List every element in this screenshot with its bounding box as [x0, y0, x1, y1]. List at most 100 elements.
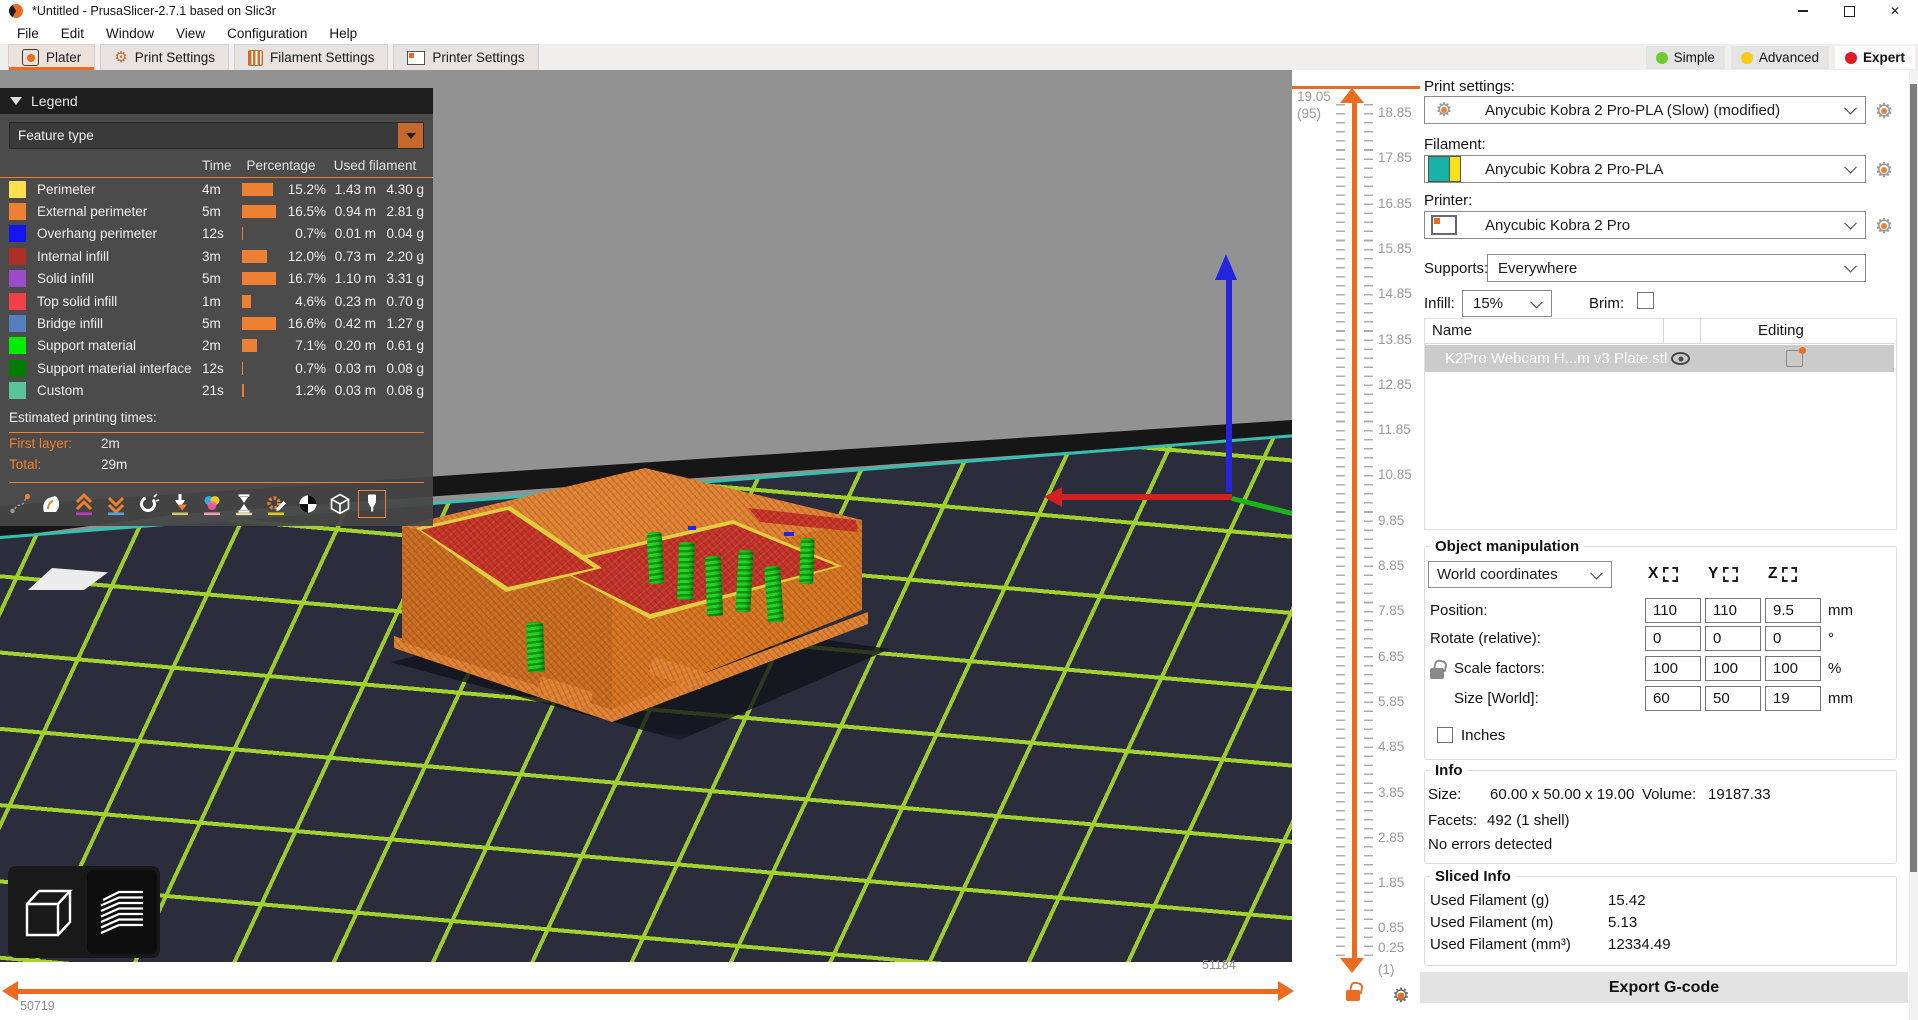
- panel-scrollbar-thumb[interactable]: [1910, 84, 1917, 872]
- manip-input-y[interactable]: [1705, 598, 1761, 623]
- manip-input-x[interactable]: [1645, 626, 1701, 651]
- axis-box-icon: [1663, 567, 1678, 582]
- layer-slider-top-thumb[interactable]: [1340, 88, 1364, 103]
- manip-input-z[interactable]: [1765, 686, 1821, 711]
- object-list-editing-header: Editing: [1758, 322, 1804, 339]
- support-pillar: [799, 538, 815, 584]
- menu-edit[interactable]: Edit: [50, 22, 95, 44]
- manip-input-x[interactable]: [1645, 598, 1701, 623]
- object-list-row[interactable]: K2Pro Webcam H...m v3 Plate.stl: [1425, 345, 1894, 372]
- estimated-times-title: Estimated printing times:: [0, 402, 433, 425]
- menu-configuration[interactable]: Configuration: [216, 22, 318, 44]
- legend-row: Support material2m7.1%0.20 m0.61 g: [0, 335, 433, 357]
- tool-changes-icon[interactable]: [166, 490, 194, 518]
- layer-tick-label: 12.85: [1378, 377, 1412, 392]
- percentage-bar: [242, 339, 257, 352]
- slider-gear-icon[interactable]: ⚙: [1392, 986, 1410, 1006]
- export-gcode-button[interactable]: Export G-code: [1420, 972, 1908, 1003]
- gcode-model[interactable]: [388, 468, 870, 724]
- layer-slider-bottom-thumb[interactable]: [1340, 958, 1364, 973]
- filament-combo[interactable]: Anycubic Kobra 2 Pro-PLA: [1424, 155, 1866, 183]
- mode-advanced[interactable]: Advanced: [1731, 46, 1829, 69]
- menu-help[interactable]: Help: [318, 22, 368, 44]
- color-changes-icon[interactable]: [198, 490, 226, 518]
- prusaslicer-window: *Untitled - PrusaSlicer-2.7.1 based on S…: [0, 0, 1918, 1020]
- deretractions-icon[interactable]: [102, 490, 130, 518]
- manip-input-y[interactable]: [1705, 656, 1761, 681]
- first-layer-value: 2m: [101, 436, 120, 451]
- manip-input-z[interactable]: [1765, 598, 1821, 623]
- inches-checkbox[interactable]: [1437, 727, 1453, 743]
- cube-3d-icon: [17, 883, 75, 941]
- gear-icon: ⚙: [1435, 101, 1452, 120]
- seams-icon[interactable]: [134, 490, 162, 518]
- manip-input-y[interactable]: [1705, 626, 1761, 651]
- mode-expert[interactable]: Expert: [1835, 46, 1915, 69]
- z-axis-header: Z: [1768, 565, 1797, 583]
- maximize-button[interactable]: [1826, 0, 1872, 22]
- manip-input-z[interactable]: [1765, 656, 1821, 681]
- scale-lock-icon[interactable]: [1430, 668, 1444, 679]
- 3d-view-button[interactable]: [11, 870, 81, 954]
- printer-combo[interactable]: Anycubic Kobra 2 Pro: [1424, 211, 1866, 239]
- mode-simple[interactable]: Simple: [1646, 46, 1725, 69]
- feature-color-swatch: [9, 203, 26, 220]
- wipe-icon[interactable]: [38, 490, 66, 518]
- size-label: Size:: [1428, 786, 1461, 803]
- view-switcher: [8, 866, 160, 958]
- move-slider-track[interactable]: [10, 989, 1278, 994]
- move-slider-left-thumb[interactable]: [2, 981, 18, 1001]
- manip-row-label: Scale factors:: [1454, 660, 1545, 677]
- print-settings-value: Anycubic Kobra 2 Pro-PLA (Slow) (modifie…: [1485, 102, 1780, 119]
- manip-unit-label: mm: [1828, 602, 1853, 619]
- tab-plater[interactable]: Plater: [8, 44, 95, 70]
- tab-filament-settings[interactable]: Filament Settings: [234, 44, 388, 70]
- nozzle-marker-icon[interactable]: [358, 490, 386, 518]
- travel-paths-icon[interactable]: [6, 490, 34, 518]
- filament-gear-button[interactable]: ⚙: [1872, 158, 1896, 182]
- tool-marker-icon[interactable]: [326, 490, 354, 518]
- layer-slider-track[interactable]: [1352, 100, 1357, 960]
- shells-icon[interactable]: [294, 490, 322, 518]
- editing-icon[interactable]: [1786, 350, 1803, 367]
- simple-dot-icon: [1656, 52, 1668, 64]
- manip-input-x[interactable]: [1645, 656, 1701, 681]
- print-settings-gear-button[interactable]: ⚙: [1872, 99, 1896, 123]
- supports-combo[interactable]: Everywhere: [1487, 254, 1866, 282]
- close-button[interactable]: ✕: [1872, 0, 1918, 22]
- menu-file[interactable]: File: [6, 22, 50, 44]
- eye-icon[interactable]: [1671, 352, 1690, 365]
- infill-combo[interactable]: 15%: [1462, 290, 1552, 317]
- coordinate-system-combo[interactable]: World coordinates: [1428, 561, 1612, 588]
- slider-lock-icon[interactable]: [1346, 990, 1360, 1001]
- layer-tick-label: 15.85: [1378, 241, 1412, 256]
- percentage-bar: [242, 250, 267, 263]
- tab-print-settings[interactable]: ⚙ Print Settings: [100, 44, 229, 70]
- tab-printer-settings[interactable]: Printer Settings: [393, 44, 538, 70]
- print-settings-label: Print settings:: [1424, 78, 1515, 95]
- move-slider-right-thumb[interactable]: [1278, 981, 1294, 1001]
- z-axis: [1226, 278, 1232, 492]
- view-type-dropdown[interactable]: Feature type: [9, 122, 424, 149]
- menu-window[interactable]: Window: [95, 22, 165, 44]
- legend-header[interactable]: Legend: [0, 88, 433, 114]
- feature-color-swatch: [9, 248, 26, 265]
- manip-unit-label: %: [1828, 660, 1841, 677]
- menu-view[interactable]: View: [165, 22, 216, 44]
- minimize-button[interactable]: [1780, 0, 1826, 22]
- manip-input-y[interactable]: [1705, 686, 1761, 711]
- custom-gcodes-icon[interactable]: [262, 490, 290, 518]
- printer-gear-button[interactable]: ⚙: [1872, 214, 1896, 238]
- layers-view-button[interactable]: [87, 870, 157, 954]
- pause-prints-icon[interactable]: [230, 490, 258, 518]
- dropdown-arrow-icon[interactable]: [398, 123, 423, 148]
- print-settings-combo[interactable]: ⚙ Anycubic Kobra 2 Pro-PLA (Slow) (modif…: [1424, 96, 1866, 124]
- manip-input-z[interactable]: [1765, 626, 1821, 651]
- retractions-icon[interactable]: [70, 490, 98, 518]
- move-slider-min-label: 50719: [20, 999, 55, 1013]
- brim-checkbox[interactable]: [1637, 292, 1654, 309]
- layer-tick-label: 2.85: [1378, 830, 1404, 845]
- manip-input-x[interactable]: [1645, 686, 1701, 711]
- tab-label: Filament Settings: [270, 50, 374, 65]
- printer-icon: [1431, 215, 1457, 235]
